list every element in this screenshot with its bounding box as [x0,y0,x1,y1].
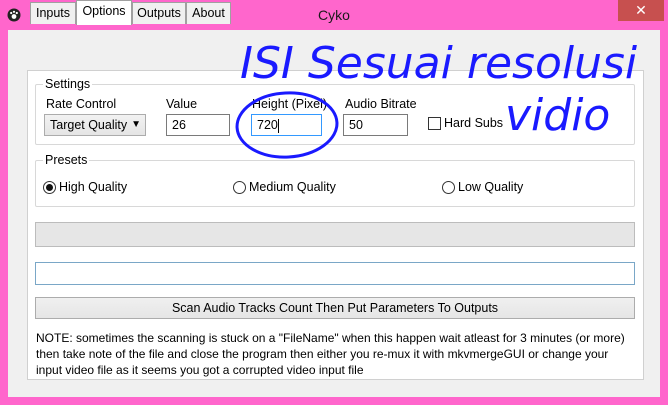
value-label: Value [166,97,198,111]
app-window: Cyko ✕ Inputs Options Outputs About Sett… [0,0,668,405]
tab-about[interactable]: About [186,2,231,24]
rate-control-value: Target Quality [50,118,128,132]
hard-subs-label[interactable]: Hard Subs [444,116,503,130]
audio-bitrate-field[interactable]: 50 [343,114,408,136]
radio-high-quality[interactable] [43,181,56,194]
chevron-down-icon: ▼ [131,119,141,130]
close-icon: ✕ [635,2,647,18]
presets-group-label: Presets [43,153,90,167]
medium-quality-label[interactable]: Medium Quality [249,180,336,194]
tab-options[interactable]: Options [76,0,132,25]
hard-subs-checkbox[interactable] [428,117,441,130]
radio-low-quality[interactable] [442,181,455,194]
tab-label: About [192,6,225,20]
audio-bitrate-field-text: 50 [349,118,363,132]
close-button[interactable]: ✕ [618,0,664,21]
scan-button-label: Scan Audio Tracks Count Then Put Paramet… [171,301,499,315]
note-text: NOTE: sometimes the scanning is stuck on… [36,331,625,377]
tab-outputs[interactable]: Outputs [132,2,186,24]
rate-control-select[interactable]: Target Quality ▼ [44,114,146,136]
value-field[interactable]: 26 [166,114,230,136]
rate-control-label: Rate Control [46,97,117,111]
status-input[interactable] [35,262,635,285]
tab-inputs[interactable]: Inputs [30,2,76,24]
audio-bitrate-label: Audio Bitrate [345,97,417,111]
tab-label: Inputs [35,6,71,20]
height-label: Height (Pixel) [252,97,328,111]
tab-label: Options [82,4,126,18]
value-field-text: 26 [172,118,186,132]
low-quality-label[interactable]: Low Quality [458,180,523,194]
settings-group-label: Settings [43,77,93,91]
tab-label: Outputs [137,6,181,20]
height-field[interactable]: 720 [251,114,322,136]
radio-medium-quality[interactable] [233,181,246,194]
high-quality-label[interactable]: High Quality [59,180,127,194]
scan-audio-tracks-button[interactable]: Scan Audio Tracks Count Then Put Paramet… [35,297,635,319]
progress-bar [35,222,635,247]
text-caret [277,118,279,133]
height-field-text: 720 [257,118,278,132]
